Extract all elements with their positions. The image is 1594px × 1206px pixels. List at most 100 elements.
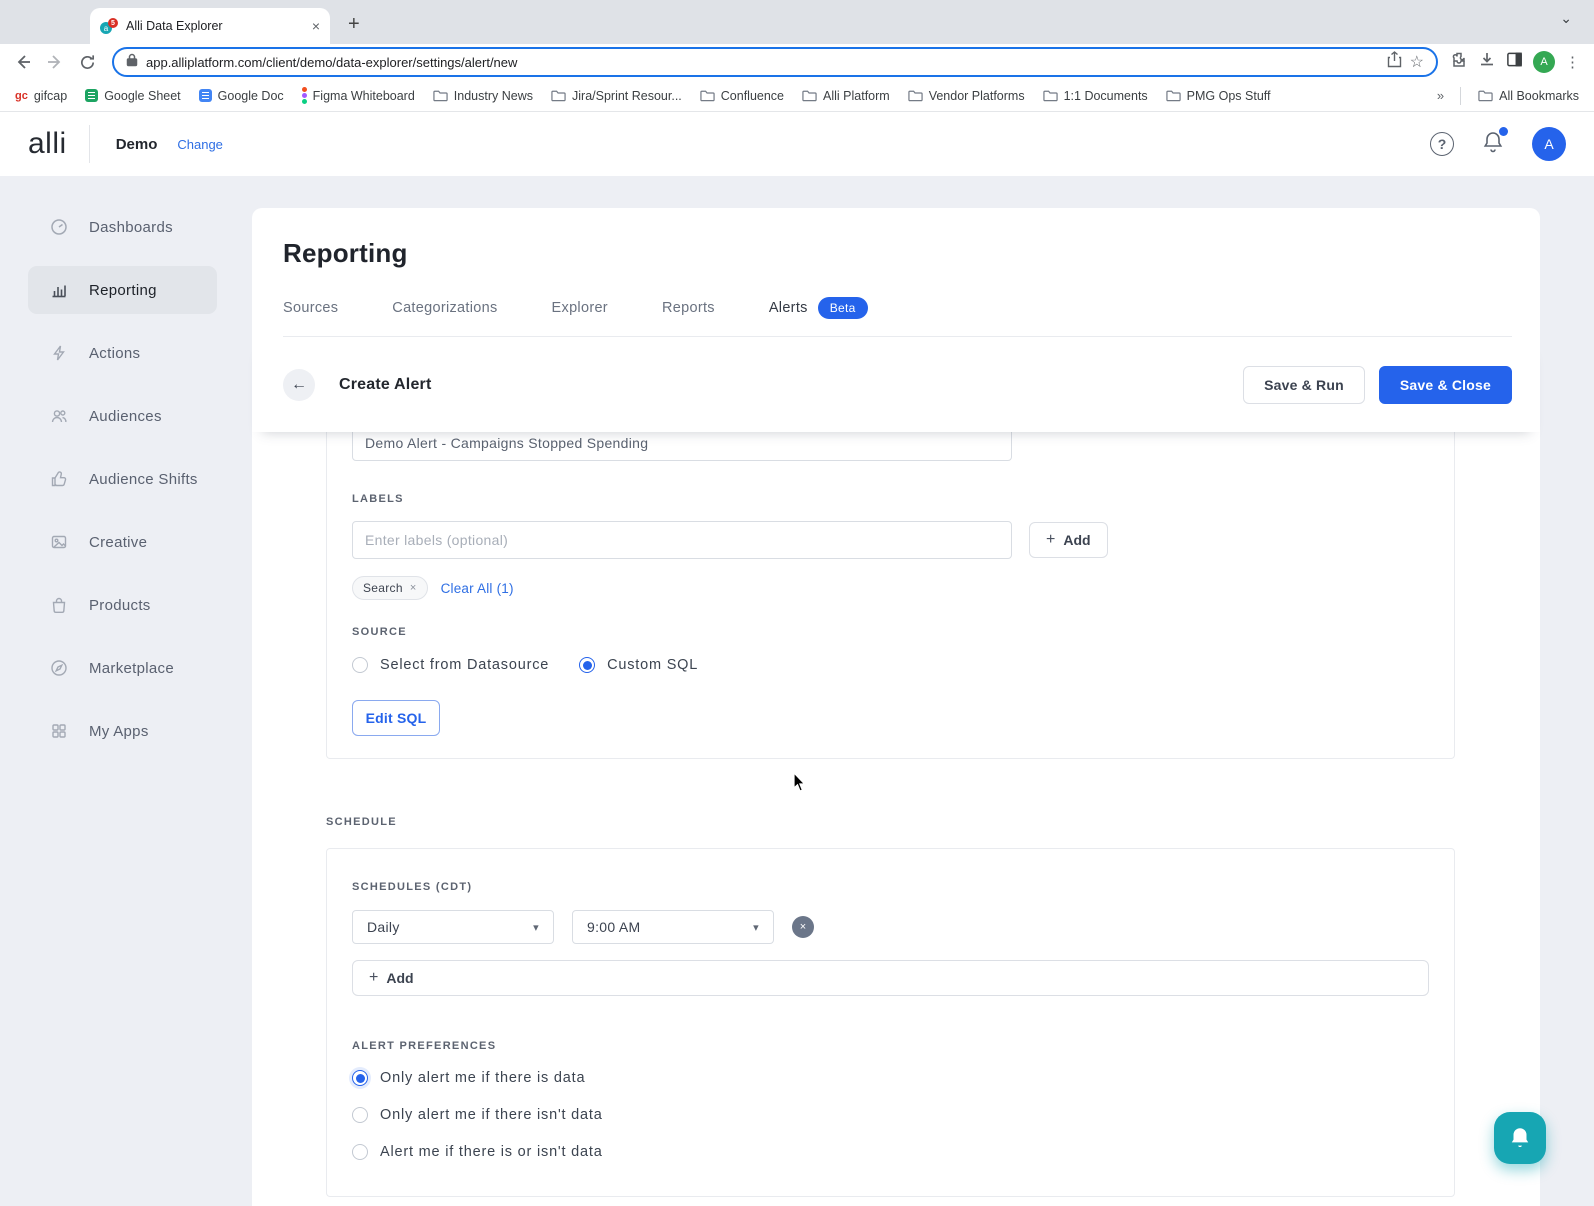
- bookmark-folder[interactable]: Industry News: [426, 86, 540, 106]
- schedules-cdt-label: SCHEDULES (CDT): [352, 881, 1429, 893]
- chrome-menu-icon[interactable]: ⋮: [1565, 53, 1580, 71]
- bookmark-figma[interactable]: Figma Whiteboard: [295, 84, 422, 107]
- tab-close-icon[interactable]: ×: [312, 18, 320, 34]
- back-icon[interactable]: [10, 49, 36, 75]
- figma-icon: [302, 87, 307, 104]
- radio-custom-sql[interactable]: Custom SQL: [579, 657, 698, 673]
- lock-icon: [126, 53, 138, 72]
- notifications-widget-button[interactable]: [1494, 1112, 1546, 1164]
- google-sheet-icon: [85, 89, 98, 102]
- radio-only-alert-if-data[interactable]: Only alert me if there is data: [352, 1070, 1429, 1086]
- client-name: Demo: [116, 136, 158, 153]
- bookmarks-overflow-icon[interactable]: »: [1431, 88, 1450, 103]
- folder-icon: [908, 89, 923, 102]
- side-panel-icon[interactable]: [1506, 51, 1523, 73]
- alli-logo[interactable]: alli: [28, 127, 67, 161]
- bookmark-star-icon[interactable]: ☆: [1410, 52, 1424, 72]
- sidebar-item-products[interactable]: Products: [28, 581, 217, 629]
- image-icon: [50, 533, 68, 551]
- sidebar-item-reporting[interactable]: Reporting: [28, 266, 217, 314]
- tab-reports[interactable]: Reports: [662, 300, 715, 316]
- extensions-puzzle-icon[interactable]: [1450, 51, 1468, 74]
- chevron-down-icon: ▾: [533, 921, 539, 934]
- source-label: SOURCE: [352, 626, 1429, 638]
- schedule-section-label: SCHEDULE: [326, 816, 1455, 828]
- bookmark-folder[interactable]: 1:1 Documents: [1036, 86, 1155, 106]
- chevron-down-icon: ▾: [753, 921, 759, 934]
- change-client-link[interactable]: Change: [177, 137, 223, 152]
- bookmark-folder[interactable]: Jira/Sprint Resour...: [544, 86, 689, 106]
- folder-icon: [802, 89, 817, 102]
- folder-icon: [1478, 89, 1493, 102]
- chip-remove-icon[interactable]: ×: [410, 582, 417, 594]
- sidebar-item-dashboards[interactable]: Dashboards: [28, 203, 217, 251]
- main-panel: Reporting Sources Categorizations Explor…: [252, 208, 1540, 1206]
- user-avatar[interactable]: A: [1532, 127, 1566, 161]
- bell-icon: [1508, 1125, 1532, 1151]
- time-select[interactable]: 9:00 AM ▾: [572, 910, 774, 944]
- new-tab-button[interactable]: +: [348, 13, 360, 36]
- save-and-close-button[interactable]: Save & Close: [1379, 366, 1512, 404]
- radio-icon-checked[interactable]: [579, 657, 595, 673]
- bookmark-folder[interactable]: Vendor Platforms: [901, 86, 1032, 106]
- all-bookmarks[interactable]: All Bookmarks: [1471, 86, 1586, 106]
- plus-icon: +: [1046, 531, 1055, 549]
- radio-icon[interactable]: [352, 1107, 368, 1123]
- url-text: app.alliplatform.com/client/demo/data-ex…: [146, 55, 1379, 70]
- sidebar-item-my-apps[interactable]: My Apps: [28, 707, 217, 755]
- radio-alert-either-way[interactable]: Alert me if there is or isn't data: [352, 1144, 1429, 1160]
- plus-icon: +: [369, 969, 378, 987]
- sidebar-item-audiences[interactable]: Audiences: [28, 392, 217, 440]
- frequency-select[interactable]: Daily ▾: [352, 910, 554, 944]
- beta-badge: Beta: [818, 297, 868, 319]
- tab-alerts[interactable]: Alerts Beta: [769, 297, 868, 319]
- reload-icon[interactable]: [74, 49, 100, 75]
- gifcap-logo-icon: gc: [15, 90, 28, 102]
- bar-chart-icon: [50, 281, 68, 299]
- add-schedule-button[interactable]: + Add: [352, 960, 1429, 996]
- compass-icon: [50, 659, 68, 677]
- bookmark-folder[interactable]: Alli Platform: [795, 86, 897, 106]
- notifications-bell-icon[interactable]: [1482, 130, 1504, 159]
- bookmark-google-sheet[interactable]: Google Sheet: [78, 86, 187, 106]
- radio-only-alert-if-no-data[interactable]: Only alert me if there isn't data: [352, 1107, 1429, 1123]
- tab-sources[interactable]: Sources: [283, 300, 338, 316]
- clear-all-link[interactable]: Clear All (1): [441, 581, 514, 596]
- page-title: Reporting: [283, 238, 1512, 269]
- sidebar-item-creative[interactable]: Creative: [28, 518, 217, 566]
- tab-search-chevron-icon[interactable]: ⌄: [1560, 10, 1572, 27]
- address-bar[interactable]: app.alliplatform.com/client/demo/data-ex…: [112, 47, 1438, 77]
- bookmark-gifcap[interactable]: gc gifcap: [8, 86, 74, 106]
- edit-sql-button[interactable]: Edit SQL: [352, 700, 440, 736]
- tab-categorizations[interactable]: Categorizations: [392, 300, 497, 316]
- bag-icon: [50, 596, 68, 614]
- download-icon[interactable]: [1478, 51, 1496, 74]
- gauge-icon: [50, 218, 68, 236]
- bookmark-folder[interactable]: Confluence: [693, 86, 791, 106]
- share-icon[interactable]: [1387, 51, 1402, 73]
- forward-icon[interactable]: [42, 49, 68, 75]
- sidebar-item-actions[interactable]: Actions: [28, 329, 217, 377]
- save-and-run-button[interactable]: Save & Run: [1243, 366, 1365, 404]
- bookmark-folder[interactable]: PMG Ops Stuff: [1159, 86, 1278, 106]
- alert-form: LABELS + Add Search × Clear All (1) SOUR…: [252, 432, 1540, 1206]
- labels-input[interactable]: [352, 521, 1012, 559]
- radio-icon-checked[interactable]: [352, 1070, 368, 1086]
- radio-select-from-datasource[interactable]: Select from Datasource: [352, 657, 549, 673]
- label-chip-search[interactable]: Search ×: [352, 576, 428, 600]
- radio-icon[interactable]: [352, 1144, 368, 1160]
- radio-icon[interactable]: [352, 657, 368, 673]
- browser-tab[interactable]: a 5 Alli Data Explorer ×: [90, 8, 330, 44]
- sidebar-item-audience-shifts[interactable]: Audience Shifts: [28, 455, 217, 503]
- chrome-profile-avatar[interactable]: A: [1533, 51, 1555, 73]
- alert-name-input[interactable]: [352, 432, 1012, 461]
- folder-icon: [433, 89, 448, 102]
- tab-explorer[interactable]: Explorer: [552, 300, 608, 316]
- add-label-button[interactable]: + Add: [1029, 522, 1108, 558]
- google-doc-icon: [199, 89, 212, 102]
- remove-schedule-button[interactable]: ×: [792, 916, 814, 938]
- sidebar-item-marketplace[interactable]: Marketplace: [28, 644, 217, 692]
- back-button[interactable]: ←: [283, 369, 315, 401]
- bookmark-google-doc[interactable]: Google Doc: [192, 86, 291, 106]
- help-icon[interactable]: ?: [1430, 132, 1454, 156]
